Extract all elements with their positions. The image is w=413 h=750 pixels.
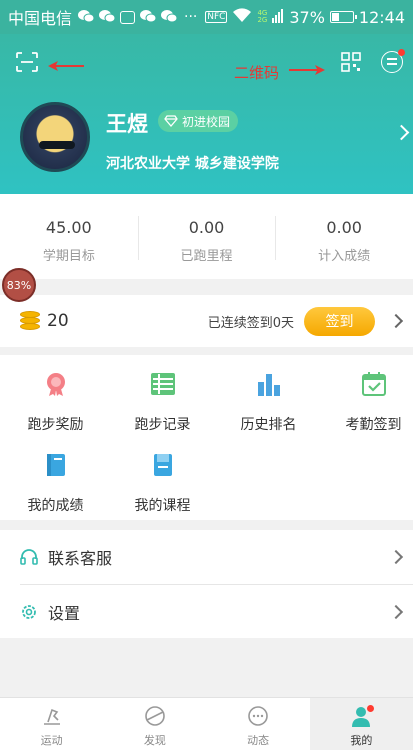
coins-icon <box>20 311 40 331</box>
wifi-icon <box>232 7 252 27</box>
tab-mine[interactable]: 我的 <box>309 698 413 750</box>
annotation-label: 二维码 <box>233 64 279 82</box>
stat-semester-goal: 45.00 学期目标 <box>42 218 95 264</box>
settings-gear-icon <box>22 605 36 619</box>
school-name: 河北农业大学 城乡建设学院 <box>106 156 279 172</box>
signin-button[interactable]: 签到 <box>304 306 375 336</box>
diamond-icon <box>164 115 178 127</box>
notification-icons: ··· <box>78 8 197 27</box>
notebook-icon <box>43 452 69 478</box>
nfc-icon: NFC <box>205 11 228 23</box>
chevron-right-icon <box>388 549 404 565</box>
book-icon <box>150 452 176 478</box>
wechat-icon <box>78 8 95 27</box>
chevron-right-icon[interactable] <box>388 313 404 329</box>
annotation-arrow-right <box>289 60 325 79</box>
unread-dot <box>398 49 405 56</box>
wechat-icon <box>140 8 157 27</box>
status-bar: 中国电信 ··· NFC 4G 2G 37% 12:44 <box>0 0 413 34</box>
checkin-streak: 已连续签到0天 <box>207 315 294 331</box>
floating-progress-bubble[interactable]: 83% <box>2 268 36 302</box>
notification-dot <box>366 705 374 712</box>
username: 王煜 <box>106 112 148 136</box>
bar-chart-icon <box>256 371 282 397</box>
battery-percent: 37% <box>289 7 325 27</box>
calendar-check-icon <box>361 371 387 397</box>
profile-header: 二维码 王煜 初进校园 河北农业大学 城乡建设学院 <box>0 34 413 194</box>
grid-item-attendance[interactable]: 考勤签到 <box>322 371 413 434</box>
level-badge: 初进校园 <box>158 110 239 132</box>
stat-counted-score: 0.00 计入成绩 <box>275 194 413 279</box>
coin-count: 20 <box>47 311 69 331</box>
grid-item-my-courses[interactable]: 我的课程 <box>111 452 214 515</box>
grid-item-run-rewards[interactable]: 跑步奖励 <box>4 371 107 434</box>
avatar[interactable] <box>20 102 90 172</box>
wechat-icon <box>161 8 178 27</box>
clock: 12:44 <box>358 7 405 27</box>
wechat-icon <box>99 8 116 27</box>
tab-discover[interactable]: 发现 <box>103 698 206 750</box>
carrier-name: 中国电信 <box>8 9 73 28</box>
grid-item-my-scores[interactable]: 我的成绩 <box>4 452 107 515</box>
bottom-tab-bar: 运动 发现 动态 我的 <box>0 697 413 750</box>
signal-icon <box>272 8 284 27</box>
stat-distance-run: 0.00 已跑里程 <box>137 194 276 279</box>
feature-grid: 跑步奖励 跑步记录 历史排名 考勤签到 我的成绩 我的课程 <box>0 355 413 520</box>
qr-code-button[interactable] <box>341 52 361 72</box>
qr-code-icon <box>341 52 361 72</box>
tab-feed[interactable]: 动态 <box>207 698 310 750</box>
run-icon <box>43 708 60 725</box>
network-type: 4G 2G <box>257 9 268 24</box>
menu-item-contact-support[interactable]: 联系客服 <box>0 530 413 584</box>
grid-item-history-ranking[interactable]: 历史排名 <box>217 371 320 434</box>
headset-icon <box>20 549 38 565</box>
stats-panel: 45.00 学期目标 0.00 已跑里程 0.00 计入成绩 <box>0 194 413 279</box>
tab-sport[interactable]: 运动 <box>0 698 103 750</box>
battery-icon <box>329 11 357 23</box>
annotation-arrow-left <box>48 56 84 75</box>
settings-menu: 联系客服 设置 <box>0 530 413 638</box>
grid-item-run-records[interactable]: 跑步记录 <box>111 371 214 434</box>
chevron-right-icon[interactable] <box>393 124 410 141</box>
more-notifications: ··· <box>184 9 198 25</box>
medal-icon <box>43 371 69 397</box>
menu-item-settings[interactable]: 设置 <box>0 585 413 639</box>
scan-button[interactable] <box>16 52 38 72</box>
chevron-right-icon <box>388 604 404 620</box>
planet-icon <box>145 706 165 726</box>
list-icon <box>150 371 176 397</box>
scan-icon <box>16 52 38 72</box>
chat-bubble-icon <box>248 706 268 726</box>
checkin-row[interactable]: 20 已连续签到0天 签到 <box>0 295 413 347</box>
image-icon <box>120 10 136 24</box>
message-button[interactable] <box>381 49 405 73</box>
